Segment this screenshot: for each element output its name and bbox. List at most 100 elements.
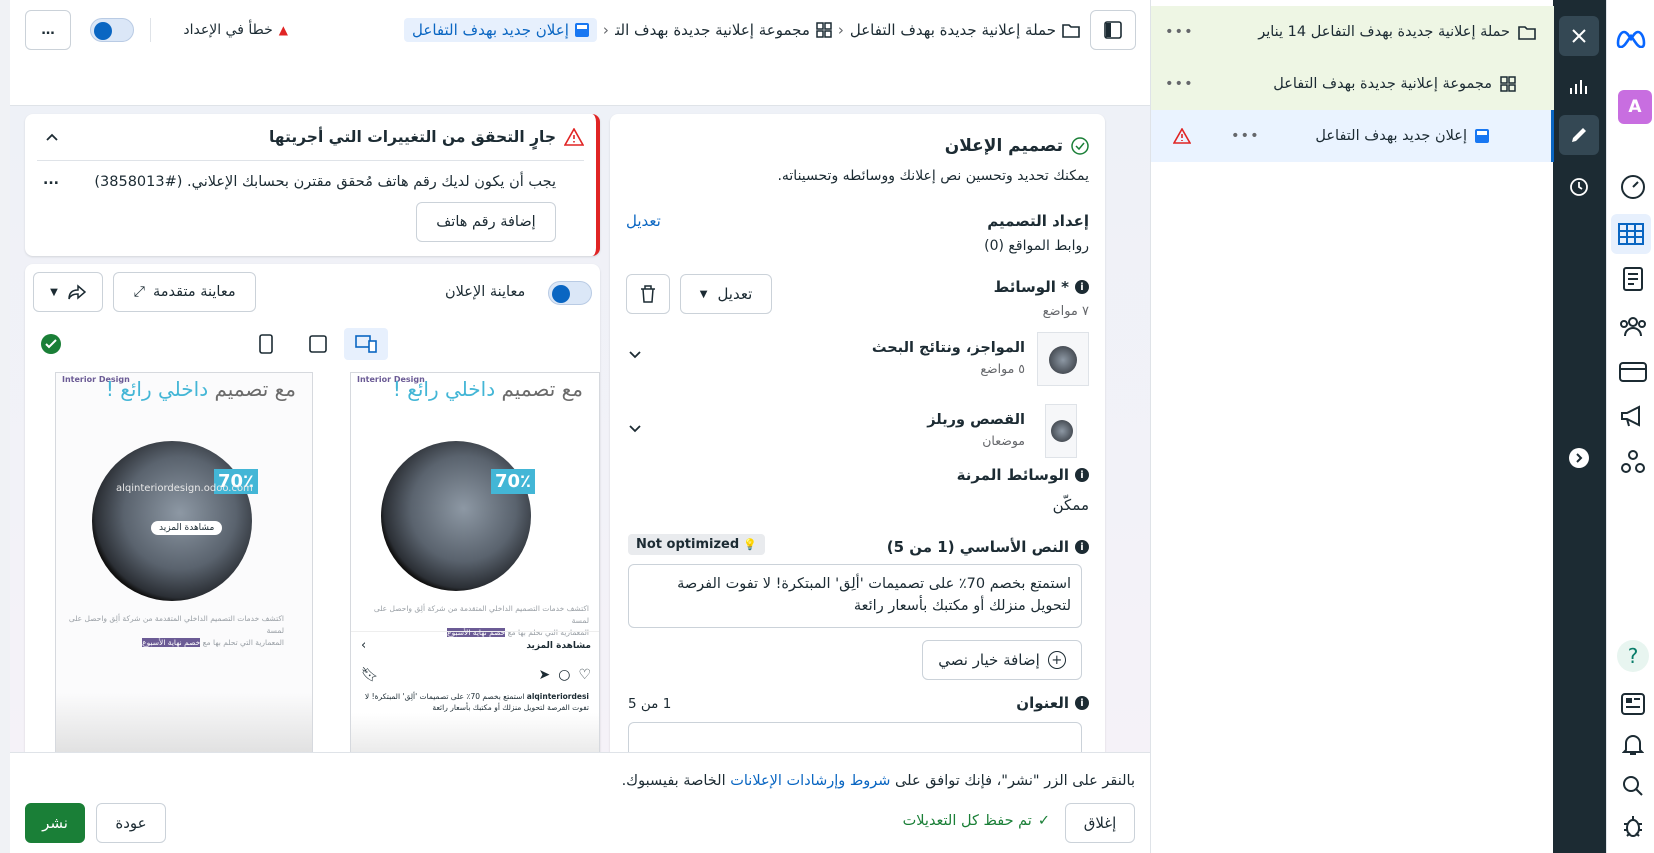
advanced-preview-button[interactable]: ⤢ معاينة متقدمة bbox=[113, 272, 256, 312]
breadcrumb-ad-label: إعلان جديد بهدف التفاعل bbox=[412, 21, 569, 39]
terms-suffix: الخاصة بفيسبوك. bbox=[621, 773, 731, 789]
alert-message: يجب أن يكون لديك رقم هاتف مُحقق مقترن بح… bbox=[94, 174, 556, 190]
ad-headline-accent: داخلي رائع bbox=[407, 377, 496, 401]
tree-item-ad[interactable]: إعلان جديد بهدف التفاعل ••• bbox=[1151, 110, 1554, 162]
feed-preview-phone: Interior Design مع تصميم داخلي رائع ! 70… bbox=[350, 372, 600, 752]
post-account[interactable]: alqinteriordesi bbox=[527, 692, 589, 701]
dashboard-gauge-icon[interactable] bbox=[1619, 173, 1647, 201]
media-edit-dropdown[interactable]: تعديل ▼ bbox=[680, 274, 772, 314]
not-optimized-text: Not optimized bbox=[636, 537, 740, 552]
search-icon[interactable] bbox=[1619, 772, 1647, 800]
edit-pencil-icon[interactable] bbox=[1559, 115, 1599, 155]
share-dropdown[interactable]: ▼ bbox=[33, 272, 103, 312]
account-avatar[interactable]: A bbox=[1618, 90, 1652, 124]
save-status-text: تم حفظ كل التعديلات bbox=[902, 813, 1032, 829]
flex-media-label: i الوسائط المرنة bbox=[957, 466, 1089, 484]
share-plane-icon[interactable]: ➤︎ bbox=[538, 667, 550, 683]
bug-report-icon[interactable] bbox=[1619, 812, 1647, 840]
info-icon: i bbox=[1075, 280, 1089, 294]
like-heart-icon[interactable]: ♡ bbox=[578, 667, 591, 683]
history-clock-icon[interactable] bbox=[1565, 173, 1593, 201]
validation-alert-card: جارٍ التحقق من التغييرات التي أجريتها يج… bbox=[25, 114, 600, 256]
billing-card-icon[interactable] bbox=[1619, 358, 1647, 386]
mobile-story-view-icon[interactable] bbox=[250, 328, 282, 360]
bookmark-icon[interactable]: 🔖︎ bbox=[361, 667, 379, 683]
ad-preview-card: معاينة الإعلان ⤢ معاينة متقدمة ▼ Interio… bbox=[25, 264, 600, 752]
more-options-icon[interactable]: ••• bbox=[1231, 128, 1260, 144]
editor-mode-rail bbox=[1553, 0, 1606, 853]
multi-device-view-icon[interactable] bbox=[344, 328, 388, 360]
ad-body: اكتشف خدمات التصميم الداخلي المتقدمة من … bbox=[64, 613, 284, 649]
ad-body-highlight: خصم نهاية الأسبوع bbox=[142, 638, 201, 647]
breadcrumb-campaign[interactable]: حملة إعلانية جديدة بهدف التفاعل bbox=[850, 21, 1056, 39]
square-feed-view-icon[interactable] bbox=[302, 328, 334, 360]
collapse-chevron-icon[interactable] bbox=[45, 132, 59, 142]
editor-top-bar: حملة إعلانية جديدة بهدف التفاعل ‹ مجموعة… bbox=[10, 0, 1150, 106]
close-button[interactable]: إغلاق bbox=[1065, 803, 1135, 843]
ad-headline-accent: داخلي رائع bbox=[120, 377, 209, 401]
setup-label: إعداد التصميم bbox=[987, 212, 1089, 230]
feeds-thumbnail bbox=[1037, 332, 1089, 386]
primary-text-field[interactable]: استمتع بخصم 70٪ على تصميمات 'ألِق' المبت… bbox=[628, 564, 1082, 628]
see-more-pill[interactable]: مشاهدة المزيد bbox=[151, 521, 223, 535]
preview-toggle[interactable] bbox=[548, 281, 592, 305]
setup-edit-link[interactable]: تعديل bbox=[626, 212, 661, 230]
back-button[interactable]: عودة bbox=[96, 803, 166, 843]
tree-item-adset[interactable]: مجموعة إعلانية جديدة بهدف التفاعل ••• bbox=[1151, 58, 1554, 110]
chevron-down-icon[interactable] bbox=[628, 424, 642, 434]
reports-icon[interactable] bbox=[1619, 265, 1647, 293]
error-triangle-icon: ▲ bbox=[278, 23, 288, 37]
add-text-option-label: إضافة خيار نصي bbox=[938, 651, 1040, 669]
status-error-text: خطأ في الإعداد bbox=[183, 22, 273, 38]
ads-manager-table-icon[interactable] bbox=[1611, 214, 1651, 254]
headline-label-text: العنوان bbox=[1016, 694, 1069, 712]
post-caption: alqinteriordesi استمتع بخصم 70٪ على تصمي… bbox=[359, 691, 589, 713]
comment-icon[interactable]: ○ bbox=[558, 667, 570, 683]
help-icon[interactable]: ? bbox=[1617, 640, 1649, 672]
info-icon: i bbox=[1075, 540, 1089, 554]
delete-trash-icon[interactable] bbox=[626, 274, 670, 314]
breadcrumb-adset[interactable]: مجموعة إعلانية جديدة بهدف التفاعل bbox=[615, 21, 810, 39]
status-toggle[interactable] bbox=[90, 18, 134, 42]
ad-body-line: اكتشف خدمات التصميم الداخلي المتقدمة من … bbox=[373, 604, 589, 625]
flex-media-label-text: الوسائط المرنة bbox=[956, 466, 1069, 484]
add-phone-button[interactable]: إضافة رقم هاتف bbox=[416, 202, 556, 242]
media-placements: ٧ مواضع bbox=[1042, 304, 1089, 319]
not-optimized-badge[interactable]: Not optimized 💡 bbox=[628, 534, 765, 555]
plus-circle-icon: + bbox=[1047, 651, 1066, 669]
tree-item-campaign[interactable]: حملة إعلانية جديدة بهدف التفاعل 14 يناير… bbox=[1151, 6, 1554, 58]
chevron-down-icon[interactable] bbox=[628, 350, 642, 360]
folder-icon bbox=[1518, 24, 1536, 40]
terms-prefix: بالنقر على الزر "نشر"، فإنك توافق على bbox=[890, 773, 1135, 789]
breadcrumb-separator-icon: ‹ bbox=[602, 21, 609, 39]
close-icon[interactable] bbox=[1559, 16, 1599, 56]
tree-item-label: مجموعة إعلانية جديدة بهدف التفاعل bbox=[1273, 76, 1492, 92]
ad-headline: مع تصميم داخلي رائع ! bbox=[393, 377, 583, 401]
audiences-icon[interactable] bbox=[1619, 312, 1647, 340]
stories-title: القصص وريلز bbox=[927, 412, 1025, 428]
alert-more-icon[interactable]: ... bbox=[43, 172, 59, 188]
notifications-bell-icon[interactable] bbox=[1619, 731, 1647, 759]
breadcrumb-ad[interactable]: إعلان جديد بهدف التفاعل bbox=[404, 18, 597, 42]
terms-link[interactable]: شروط وإرشادات الإعلانات bbox=[730, 773, 890, 789]
more-options-icon[interactable]: ••• bbox=[1165, 76, 1194, 92]
cta-bar[interactable]: مشاهدة المزيد › bbox=[351, 631, 599, 659]
add-text-option-button[interactable]: + إضافة خيار نصي bbox=[922, 640, 1082, 680]
more-options-icon[interactable]: ••• bbox=[1165, 24, 1194, 40]
design-header: تصميم الإعلان bbox=[945, 136, 1089, 156]
publish-button[interactable]: نشر bbox=[25, 803, 85, 843]
more-options-button[interactable]: … bbox=[25, 10, 71, 50]
meta-logo-icon[interactable] bbox=[1615, 22, 1647, 54]
panel-toggle-icon[interactable] bbox=[1090, 10, 1136, 50]
expand-chevron-icon[interactable] bbox=[1569, 448, 1589, 468]
news-feed-icon[interactable] bbox=[1619, 690, 1647, 718]
performance-chart-icon[interactable] bbox=[1565, 72, 1593, 100]
headline-field[interactable] bbox=[628, 722, 1082, 752]
status-indicator: ▲ خطأ في الإعداد bbox=[160, 18, 288, 42]
editor-area: تصميم الإعلان يمكنك تحديد وتحسين نص إعلا… bbox=[10, 106, 1150, 752]
ad-headline-part: مع تصميم bbox=[495, 377, 583, 401]
tree-item-label: إعلان جديد بهدف التفاعل bbox=[1315, 128, 1467, 144]
media-edit-label: تعديل bbox=[717, 285, 753, 303]
campaign-megaphone-icon[interactable] bbox=[1619, 402, 1647, 430]
business-tools-icon[interactable] bbox=[1619, 448, 1647, 476]
